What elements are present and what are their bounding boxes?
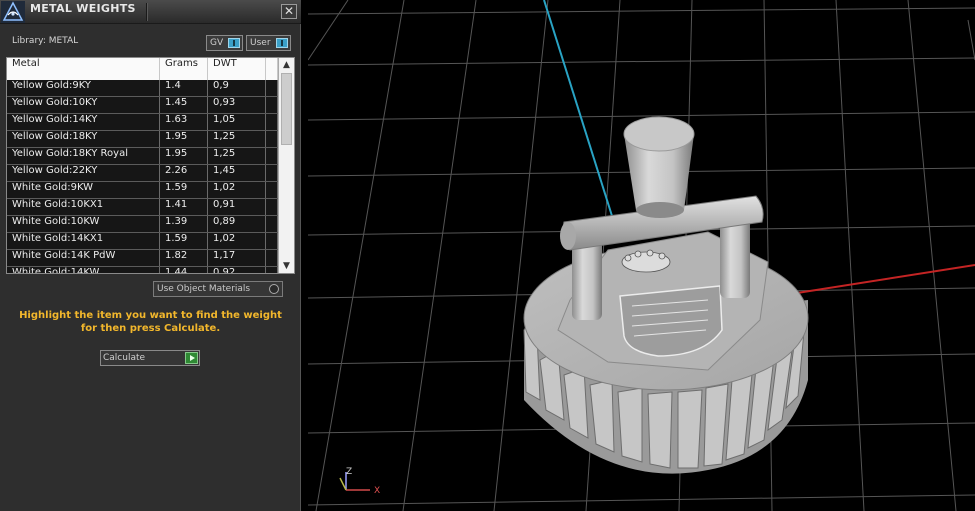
- user-library-toggle[interactable]: User: [246, 35, 291, 51]
- column-header-grams[interactable]: Grams: [160, 58, 208, 80]
- scroll-thumb[interactable]: [281, 73, 292, 145]
- gizmo-z-label: Z: [346, 467, 352, 477]
- metal-cell: White Gold:14KX1: [7, 233, 160, 249]
- calculate-button[interactable]: Calculate: [100, 350, 200, 366]
- axis-gizmo: Z X: [339, 467, 380, 496]
- library-label: Library: METAL: [12, 36, 79, 46]
- table-row[interactable]: Yellow Gold:14KY 1.63 1,05: [7, 114, 278, 131]
- grams-cell: 1.59: [160, 182, 208, 198]
- scroll-down-icon[interactable]: ▼: [279, 259, 294, 273]
- table-row[interactable]: Yellow Gold:9KY 1.4 0,9: [7, 80, 278, 97]
- metal-cell: Yellow Gold:18KY: [7, 131, 160, 147]
- grams-cell: 1.41: [160, 199, 208, 215]
- metal-table[interactable]: Metal Grams DWT Yellow Gold:9KY 1.4 0,9 Yel…: [6, 57, 295, 274]
- row-spacer: [266, 97, 278, 113]
- viewport-canvas: Z X: [308, 0, 975, 511]
- grams-cell: 1.95: [160, 131, 208, 147]
- column-header-dwt[interactable]: DWT: [208, 58, 266, 80]
- metal-cell: Yellow Gold:14KY: [7, 114, 160, 130]
- grams-cell: 1.63: [160, 114, 208, 130]
- row-spacer: [266, 114, 278, 130]
- grams-cell: 2.26: [160, 165, 208, 181]
- table-row[interactable]: White Gold:14K PdW 1.82 1,17: [7, 250, 278, 267]
- panel-titlebar[interactable]: METAL WEIGHTS ✕: [0, 0, 301, 24]
- grams-cell: 1.39: [160, 216, 208, 232]
- play-icon: [185, 352, 198, 364]
- row-spacer: [266, 80, 278, 96]
- metal-cell: Yellow Gold:22KY: [7, 165, 160, 181]
- calculate-label: Calculate: [103, 353, 146, 363]
- row-spacer: [266, 233, 278, 249]
- app-logo-icon: [1, 1, 25, 23]
- panel-title: METAL WEIGHTS: [30, 2, 136, 15]
- table-row[interactable]: White Gold:10KX1 1.41 0,91: [7, 199, 278, 216]
- instructions-text: Highlight the item you want to find the …: [19, 310, 282, 334]
- row-spacer: [266, 250, 278, 266]
- 3d-viewport[interactable]: Z X: [308, 0, 975, 511]
- column-header-metal[interactable]: Metal: [7, 58, 160, 80]
- dwt-cell: 1,17: [208, 250, 266, 266]
- dwt-cell: 0,89: [208, 216, 266, 232]
- close-icon: ✕: [283, 4, 295, 18]
- table-row[interactable]: White Gold:14KX1 1.59 1,02: [7, 233, 278, 250]
- scroll-up-icon[interactable]: ▲: [279, 58, 294, 72]
- grams-cell: 1.44: [160, 267, 208, 273]
- dwt-cell: 1,02: [208, 182, 266, 198]
- metal-cell: White Gold:14K PdW: [7, 250, 160, 266]
- table-row[interactable]: White Gold:9KW 1.59 1,02: [7, 182, 278, 199]
- grams-cell: 1.95: [160, 148, 208, 164]
- row-spacer: [266, 182, 278, 198]
- dwt-cell: 0,9: [208, 80, 266, 96]
- metal-cell: White Gold:10KX1: [7, 199, 160, 215]
- title-separator: [146, 3, 148, 21]
- dwt-cell: 1,05: [208, 114, 266, 130]
- metal-weights-panel: METAL WEIGHTS ✕ Library: METAL GV User M…: [0, 0, 301, 511]
- table-row[interactable]: Yellow Gold:18KY 1.95 1,25: [7, 131, 278, 148]
- table-row[interactable]: Yellow Gold:18KY Royal 1.95 1,25: [7, 148, 278, 165]
- dwt-cell: 0,92: [208, 267, 266, 273]
- dwt-cell: 1,25: [208, 148, 266, 164]
- user-toggle-label: User: [250, 38, 271, 48]
- use-object-materials-label: Use Object Materials: [157, 284, 251, 294]
- table-row[interactable]: Yellow Gold:10KY 1.45 0,93: [7, 97, 278, 114]
- grams-cell: 1.4: [160, 80, 208, 96]
- table-scrollbar[interactable]: ▲ ▼: [278, 58, 294, 273]
- metal-cell: White Gold:10KW: [7, 216, 160, 232]
- dwt-cell: 1,45: [208, 165, 266, 181]
- table-header: Metal Grams DWT: [7, 58, 278, 80]
- gizmo-x-label: X: [374, 486, 380, 496]
- toggle-switch-icon: [228, 38, 240, 48]
- dwt-cell: 0,93: [208, 97, 266, 113]
- row-spacer: [266, 148, 278, 164]
- row-spacer: [266, 131, 278, 147]
- x-axis-line: [777, 264, 975, 297]
- grams-cell: 1.45: [160, 97, 208, 113]
- dwt-cell: 0,91: [208, 199, 266, 215]
- table-row[interactable]: Yellow Gold:22KY 2.26 1,45: [7, 165, 278, 182]
- column-header-spacer: [266, 58, 278, 80]
- table-row[interactable]: White Gold:10KW 1.39 0,89: [7, 216, 278, 233]
- metal-cell: Yellow Gold:18KY Royal: [7, 148, 160, 164]
- gv-library-toggle[interactable]: GV: [206, 35, 243, 51]
- row-spacer: [266, 216, 278, 232]
- dwt-cell: 1,02: [208, 233, 266, 249]
- gv-toggle-label: GV: [210, 38, 224, 48]
- row-spacer: [266, 165, 278, 181]
- metal-cell: Yellow Gold:9KY: [7, 80, 160, 96]
- row-spacer: [266, 267, 278, 273]
- grams-cell: 1.59: [160, 233, 208, 249]
- metal-cell: White Gold:9KW: [7, 182, 160, 198]
- grams-cell: 1.82: [160, 250, 208, 266]
- table-row[interactable]: White Gold:14KW 1.44 0,92: [7, 267, 278, 273]
- metal-cell: White Gold:14KW: [7, 267, 160, 273]
- dwt-cell: 1,25: [208, 131, 266, 147]
- use-object-materials-option[interactable]: Use Object Materials: [153, 281, 283, 297]
- metal-cell: Yellow Gold:10KY: [7, 97, 160, 113]
- radio-icon[interactable]: [269, 284, 279, 294]
- close-button[interactable]: ✕: [281, 4, 297, 19]
- toggle-switch-icon: [276, 38, 288, 48]
- row-spacer: [266, 199, 278, 215]
